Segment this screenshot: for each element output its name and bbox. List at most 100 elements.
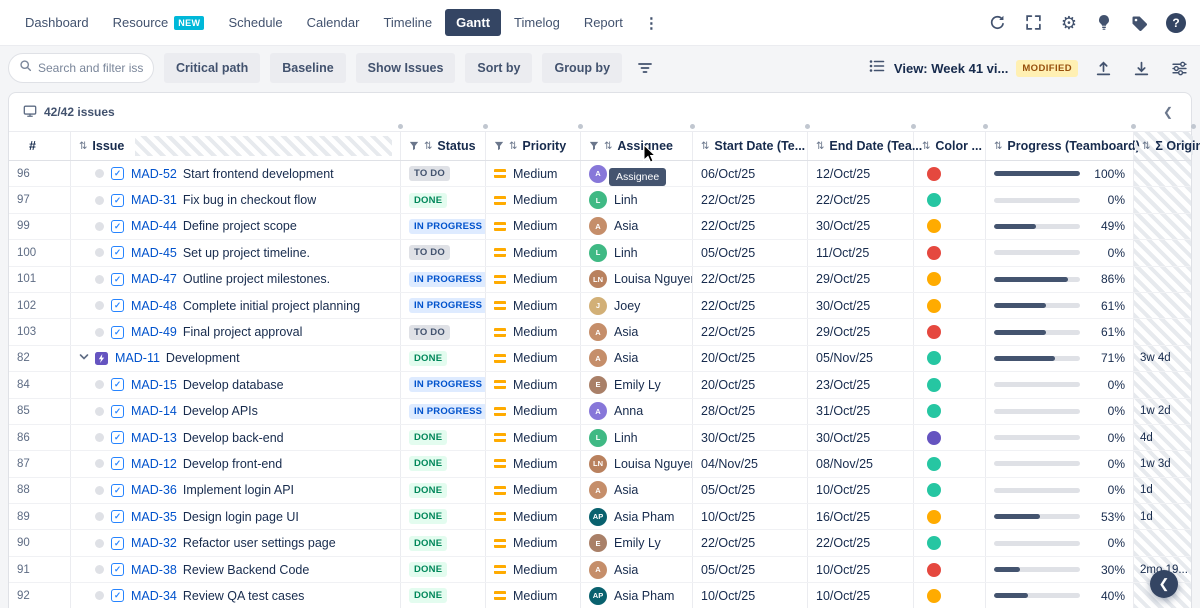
sort-icon[interactable]: ⇅ — [79, 141, 87, 152]
column-header-origin[interactable]: ⇅ Σ Origin... — [1134, 132, 1193, 160]
priority-cell[interactable]: Medium — [486, 187, 581, 212]
table-row[interactable]: 88✓MAD-36Implement login APIDONEMediumAA… — [9, 478, 1191, 504]
priority-cell[interactable]: Medium — [486, 451, 581, 476]
issue-cell[interactable]: ✓MAD-35Design login page UI — [71, 504, 401, 529]
sort-icon[interactable]: ⇅ — [922, 141, 930, 152]
color-cell[interactable] — [914, 451, 986, 476]
filter-lines-icon[interactable] — [632, 56, 658, 80]
column-header-priority[interactable]: ⇅ Priority — [486, 132, 581, 160]
start-date-cell[interactable]: 22/Oct/25 — [693, 214, 808, 239]
sort-by-button[interactable]: Sort by — [465, 53, 532, 83]
table-row[interactable]: 91✓MAD-38Review Backend CodeDONEMediumAA… — [9, 557, 1191, 583]
download-icon[interactable] — [1129, 56, 1154, 81]
start-date-cell[interactable]: 22/Oct/25 — [693, 293, 808, 318]
baseline-button[interactable]: Baseline — [270, 53, 345, 83]
status-cell[interactable]: DONE — [401, 583, 486, 608]
assignee-cell[interactable]: LLinh — [581, 240, 693, 265]
start-date-cell[interactable]: 05/Oct/25 — [693, 557, 808, 582]
issue-cell[interactable]: ✓MAD-13Develop back-end — [71, 425, 401, 450]
assignee-cell[interactable]: APAsia Pham — [581, 583, 693, 608]
issue-cell[interactable]: ✓MAD-32Refactor user settings page — [71, 530, 401, 555]
filter-icon[interactable] — [409, 141, 419, 151]
start-date-cell[interactable]: 30/Oct/25 — [693, 425, 808, 450]
assignee-cell[interactable]: EEmily Ly — [581, 372, 693, 397]
nav-timeline[interactable]: Timeline — [372, 9, 443, 36]
sort-icon[interactable]: ⇅ — [816, 141, 824, 152]
color-cell[interactable] — [914, 399, 986, 424]
priority-cell[interactable]: Medium — [486, 372, 581, 397]
status-cell[interactable]: TO DO — [401, 240, 486, 265]
status-cell[interactable]: DONE — [401, 425, 486, 450]
issue-key-link[interactable]: MAD-52 — [131, 167, 177, 181]
column-header-progress[interactable]: ⇅ Progress (Teamboard) — [986, 132, 1134, 160]
table-row[interactable]: 82MAD-11DevelopmentDONEMediumAAsia20/Oct… — [9, 346, 1191, 372]
sort-icon[interactable]: ⇅ — [424, 141, 432, 152]
start-date-cell[interactable]: 04/Nov/25 — [693, 451, 808, 476]
issue-cell[interactable]: ✓MAD-15Develop database — [71, 372, 401, 397]
nav-schedule[interactable]: Schedule — [217, 9, 293, 36]
column-header-color[interactable]: ⇅ Color ... — [914, 132, 986, 160]
status-cell[interactable]: IN PROGRESS — [401, 267, 486, 292]
sort-icon[interactable]: ⇅ — [604, 141, 612, 152]
column-header-start-date[interactable]: ⇅ Start Date (Te... — [693, 132, 808, 160]
status-cell[interactable]: DONE — [401, 557, 486, 582]
assignee-cell[interactable]: JJoey — [581, 293, 693, 318]
end-date-cell[interactable]: 29/Oct/25 — [808, 267, 914, 292]
start-date-cell[interactable]: 22/Oct/25 — [693, 530, 808, 555]
issue-key-link[interactable]: MAD-34 — [131, 589, 177, 603]
status-cell[interactable]: IN PROGRESS — [401, 214, 486, 239]
color-cell[interactable] — [914, 530, 986, 555]
issue-key-link[interactable]: MAD-48 — [131, 299, 177, 313]
issue-key-link[interactable]: MAD-44 — [131, 219, 177, 233]
fullscreen-icon[interactable] — [1025, 14, 1042, 31]
lightbulb-icon[interactable] — [1096, 14, 1112, 31]
color-cell[interactable] — [914, 425, 986, 450]
priority-cell[interactable]: Medium — [486, 399, 581, 424]
column-header-status[interactable]: ⇅ Status — [401, 132, 486, 160]
table-row[interactable]: 96✓MAD-52Start frontend developmentTO DO… — [9, 161, 1191, 187]
table-row[interactable]: 102✓MAD-48Complete initial project plann… — [9, 293, 1191, 319]
priority-cell[interactable]: Medium — [486, 267, 581, 292]
end-date-cell[interactable]: 10/Oct/25 — [808, 583, 914, 608]
assignee-cell[interactable]: AAnna — [581, 399, 693, 424]
table-row[interactable]: 103✓MAD-49Final project approvalTO DOMed… — [9, 319, 1191, 345]
table-row[interactable]: 99✓MAD-44Define project scopeIN PROGRESS… — [9, 214, 1191, 240]
assignee-cell[interactable]: AAsia — [581, 319, 693, 344]
start-date-cell[interactable]: 10/Oct/25 — [693, 504, 808, 529]
sort-icon[interactable]: ⇅ — [1142, 141, 1150, 152]
column-header-assignee[interactable]: ⇅ Assignee — [581, 132, 693, 160]
color-cell[interactable] — [914, 478, 986, 503]
filter-icon[interactable] — [589, 141, 599, 151]
sort-icon[interactable]: ⇅ — [701, 141, 709, 152]
color-cell[interactable] — [914, 583, 986, 608]
assignee-cell[interactable]: LNLouisa Nguyen — [581, 267, 693, 292]
color-cell[interactable] — [914, 267, 986, 292]
issue-cell[interactable]: ✓MAD-31Fix bug in checkout flow — [71, 187, 401, 212]
start-date-cell[interactable]: 22/Oct/25 — [693, 267, 808, 292]
nav-gantt[interactable]: Gantt — [445, 9, 501, 36]
end-date-cell[interactable]: 11/Oct/25 — [808, 240, 914, 265]
end-date-cell[interactable]: 12/Oct/25 — [808, 161, 914, 186]
more-menu-icon[interactable]: ⋮ — [636, 12, 667, 34]
issue-cell[interactable]: ✓MAD-47Outline project milestones. — [71, 267, 401, 292]
status-cell[interactable]: DONE — [401, 530, 486, 555]
end-date-cell[interactable]: 23/Oct/25 — [808, 372, 914, 397]
issue-cell[interactable]: ✓MAD-45Set up project timeline. — [71, 240, 401, 265]
view-selector[interactable]: View: Week 41 vi... MODIFIED — [868, 58, 1078, 79]
assignee-cell[interactable]: AAsia — [581, 214, 693, 239]
assignee-cell[interactable]: APAsia Pham — [581, 504, 693, 529]
status-cell[interactable]: IN PROGRESS — [401, 372, 486, 397]
priority-cell[interactable]: Medium — [486, 504, 581, 529]
end-date-cell[interactable]: 30/Oct/25 — [808, 425, 914, 450]
color-cell[interactable] — [914, 319, 986, 344]
end-date-cell[interactable]: 29/Oct/25 — [808, 319, 914, 344]
priority-cell[interactable]: Medium — [486, 530, 581, 555]
color-cell[interactable] — [914, 504, 986, 529]
issue-key-link[interactable]: MAD-45 — [131, 246, 177, 260]
table-row[interactable]: 101✓MAD-47Outline project milestones.IN … — [9, 267, 1191, 293]
color-cell[interactable] — [914, 240, 986, 265]
priority-cell[interactable]: Medium — [486, 293, 581, 318]
column-header-end-date[interactable]: ⇅ End Date (Tea... — [808, 132, 914, 160]
issue-cell[interactable]: ✓MAD-34Review QA test cases — [71, 583, 401, 608]
nav-resource[interactable]: Resource NEW — [102, 9, 216, 36]
